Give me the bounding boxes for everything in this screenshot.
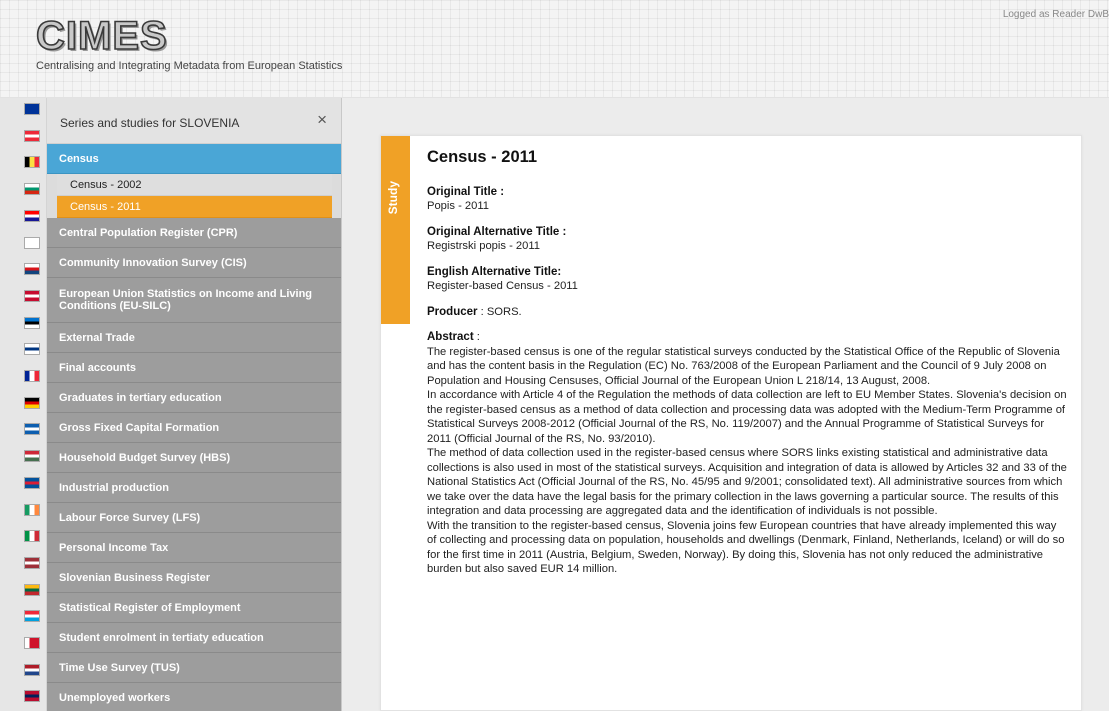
series-label: Personal Income Tax (59, 541, 169, 554)
abstract-separator: : (473, 331, 480, 343)
study-tab-label: Study (386, 181, 400, 215)
study-label: Census - 2002 (70, 178, 142, 191)
series-item[interactable]: Gross Fixed Capital Formation (47, 413, 341, 443)
series-label: European Union Statistics on Income and … (59, 288, 313, 312)
country-flag-list (0, 98, 47, 711)
flag-estonia-icon[interactable] (24, 316, 40, 329)
flag-hungary-icon[interactable] (24, 450, 40, 463)
series-label: Time Use Survey (TUS) (59, 661, 180, 674)
study-card: Study Census - 2011 Original Title : Pop… (380, 135, 1082, 711)
flag-norway-icon[interactable] (24, 690, 40, 703)
abstract-paragraph: In accordance with Article 4 of the Regu… (427, 389, 1067, 445)
series-label: Student enrolment in tertiaty education (59, 631, 264, 644)
original-title-value: Popis - 2011 (427, 200, 489, 212)
series-item[interactable]: Household Budget Survey (HBS) (47, 443, 341, 473)
flag-cyprus-icon[interactable] (24, 236, 40, 249)
series-label: Final accounts (59, 361, 137, 374)
series-label: Household Budget Survey (HBS) (59, 451, 231, 464)
producer-value: : SORS. (477, 305, 522, 318)
series-item[interactable]: External Trade (47, 323, 341, 353)
tagline: Centralising and Integrating Metadata fr… (36, 60, 343, 72)
flag-austria-icon[interactable] (24, 129, 40, 142)
series-item[interactable]: Community Innovation Survey (CIS) (47, 248, 341, 278)
abstract-paragraph: The method of data collection used in th… (427, 447, 1067, 517)
flag-finland-icon[interactable] (24, 343, 40, 356)
flag-latvia-icon[interactable] (24, 556, 40, 569)
logo[interactable]: CIMES (35, 13, 168, 59)
flag-italy-icon[interactable] (24, 530, 40, 543)
series-label: External Trade (59, 331, 135, 344)
english-alt-title-value: Register-based Census - 2011 (427, 280, 578, 292)
producer-label: Producer (427, 305, 478, 318)
series-item[interactable]: Labour Force Survey (LFS) (47, 503, 341, 533)
login-status: Logged as Reader DwB (1002, 9, 1109, 20)
flag-czech-icon[interactable] (24, 263, 40, 276)
series-label: Central Population Register (CPR) (59, 226, 238, 239)
study-title: Census - 2011 (427, 148, 538, 166)
original-alt-title-field: Original Alternative Title : Registrski … (427, 225, 1067, 254)
series-label: Slovenian Business Register (59, 571, 210, 584)
series-item[interactable]: Graduates in tertiary education (47, 383, 341, 413)
series-item[interactable]: Central Population Register (CPR) (47, 218, 341, 248)
panel-title: Series and studies for SLOVENIA (60, 116, 240, 130)
series-label: Gross Fixed Capital Formation (59, 421, 220, 434)
flag-france-icon[interactable] (24, 370, 40, 382)
header: CIMES Centralising and Integrating Metad… (0, 0, 1109, 98)
series-item[interactable]: Personal Income Tax (47, 533, 341, 563)
flag-croatia-icon[interactable] (24, 209, 40, 222)
series-item[interactable]: Unemployed workers (47, 683, 341, 711)
abstract-paragraph: The register-based census is one of the … (427, 345, 1060, 387)
flag-ireland-icon[interactable] (24, 503, 40, 516)
panel-header: Series and studies for SLOVENIA × (47, 98, 341, 144)
series-item[interactable]: Slovenian Business Register (47, 563, 341, 593)
abstract-paragraph: With the transition to the register-base… (427, 519, 1065, 576)
producer-field: Producer : SORS. (427, 305, 1067, 320)
abstract-field: Abstract : The register-based census is … (427, 330, 1067, 577)
original-alt-title-value: Registrski popis - 2011 (427, 240, 540, 252)
original-title-field: Original Title : Popis - 2011 (427, 185, 1067, 214)
series-item[interactable]: Time Use Survey (TUS) (47, 653, 341, 683)
english-alt-title-label: English Alternative Title: (427, 265, 562, 278)
series-panel: Series and studies for SLOVENIA × Census… (47, 98, 342, 711)
flag-bulgaria-icon[interactable] (24, 183, 40, 196)
flag-greece-icon[interactable] (24, 423, 40, 436)
series-label: Community Innovation Survey (CIS) (59, 256, 247, 269)
series-label: Industrial production (59, 481, 169, 494)
flag-belgium-icon[interactable] (24, 156, 40, 169)
series-item[interactable]: Statistical Register of Employment (47, 593, 341, 623)
original-alt-title-label: Original Alternative Title : (427, 225, 567, 238)
series-item[interactable]: Industrial production (47, 473, 341, 503)
series-list: Census Census - 2002 Census - 2011 Central … (47, 144, 341, 711)
series-label: Unemployed workers (59, 691, 171, 704)
flag-iceland-icon[interactable] (24, 476, 40, 489)
series-label: Census (59, 152, 99, 165)
abstract-text: The register-based census is one of the … (427, 345, 1067, 577)
series-item[interactable]: Census (47, 144, 341, 174)
original-title-label: Original Title : (427, 185, 505, 198)
english-alt-title-field: English Alternative Title: Register-base… (427, 265, 1067, 294)
flag-lithuania-icon[interactable] (24, 583, 40, 596)
series-item[interactable]: Final accounts (47, 353, 341, 383)
abstract-label: Abstract (427, 331, 474, 343)
study-label: Census - 2011 (70, 200, 141, 213)
flag-eu-icon[interactable] (24, 103, 40, 115)
series-label: Statistical Register of Employment (59, 601, 241, 614)
study-item[interactable]: Census - 2002 (57, 174, 332, 196)
series-label: Graduates in tertiary education (59, 391, 222, 404)
flag-denmark-icon[interactable] (24, 289, 40, 302)
close-icon[interactable]: × (317, 110, 327, 130)
study-tab[interactable]: Study (381, 136, 410, 324)
series-item[interactable]: Student enrolment in tertiaty education (47, 623, 341, 653)
series-label: Labour Force Survey (LFS) (59, 511, 201, 524)
flag-luxembourg-icon[interactable] (24, 610, 40, 623)
flag-malta-icon[interactable] (24, 637, 40, 649)
study-item[interactable]: Census - 2011 (57, 196, 332, 218)
study-details: Census - 2011 Original Title : Popis - 2… (427, 148, 1067, 577)
series-item[interactable]: European Union Statistics on Income and … (47, 278, 341, 323)
flag-netherlands-icon[interactable] (24, 663, 40, 676)
flag-germany-icon[interactable] (24, 396, 40, 409)
